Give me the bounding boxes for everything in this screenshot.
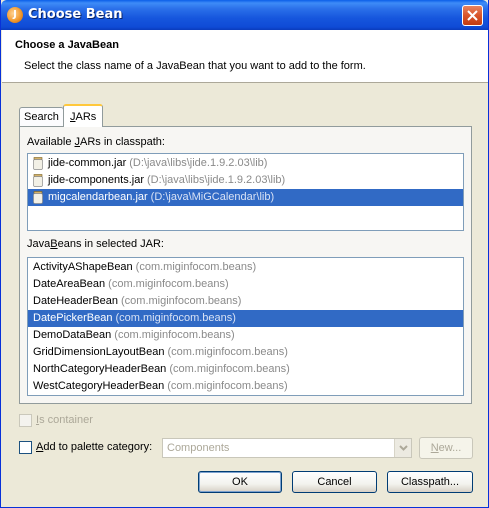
beans-label: JavaBeans in selected JAR: (27, 238, 164, 250)
tab-search-label: Search (24, 111, 59, 123)
add-to-palette-checkbox[interactable] (19, 441, 32, 454)
add-to-palette-label: Add to palette category: (36, 441, 153, 453)
close-icon (467, 10, 478, 21)
bean-list-item[interactable]: ActivityAShapeBean (com.miginfocom.beans) (28, 259, 463, 276)
bean-list-item[interactable]: DatePickerBean (com.miginfocom.beans) (28, 310, 463, 327)
palette-category-dropdown-button[interactable] (394, 439, 411, 457)
bean-list-item[interactable]: DateHeaderBean (com.miginfocom.beans) (28, 293, 463, 310)
title-bar[interactable]: J Choose Bean (1, 0, 488, 30)
tab-search[interactable]: Search (19, 107, 64, 126)
java-app-icon: J (7, 7, 23, 23)
jar-file-icon (33, 174, 43, 187)
bean-list-item[interactable]: DateAreaBean (com.miginfocom.beans) (28, 276, 463, 293)
jars-tab-panel: Available JARs in classpath: jide-common… (19, 126, 472, 404)
header-description: Select the class name of a JavaBean that… (24, 60, 366, 72)
jar-list[interactable]: jide-common.jar (D:\java\libs\jide.1.9.2.… (27, 153, 464, 231)
bean-list[interactable]: ActivityAShapeBean (com.miginfocom.beans)… (27, 257, 464, 396)
palette-category-select[interactable]: Components (162, 438, 412, 458)
dialog-header: Choose a JavaBean Select the class name … (2, 30, 488, 83)
bean-list-item[interactable]: NorthCategoryHeaderBean (com.miginfocom.b… (28, 361, 463, 378)
bean-list-item[interactable]: WestCategoryHeaderBean (com.miginfocom.be… (28, 378, 463, 395)
cancel-button[interactable]: Cancel (292, 471, 377, 493)
jar-list-item[interactable]: jide-components.jar (D:\java\libs\jide.1.… (28, 172, 463, 189)
jar-list-item[interactable]: migcalendarbean.jar (D:\java\MiGCalendar\… (28, 189, 463, 206)
available-jars-label: Available JARs in classpath: (27, 136, 165, 148)
bean-list-item[interactable]: GridDimensionLayoutBean (com.miginfocom.b… (28, 344, 463, 361)
bean-list-item[interactable]: DemoDataBean (com.miginfocom.beans) (28, 327, 463, 344)
tab-jars[interactable]: JARs (63, 104, 104, 127)
jar-list-item[interactable]: jide-common.jar (D:\java\libs\jide.1.9.2.… (28, 155, 463, 172)
jar-file-icon (33, 157, 43, 170)
palette-category-value: Components (167, 442, 230, 454)
window-title: Choose Bean (28, 7, 123, 22)
choose-bean-dialog: J Choose Bean Choose a JavaBean Select t… (0, 0, 489, 508)
is-container-checkbox[interactable] (19, 414, 32, 427)
jar-file-icon (33, 191, 43, 204)
tab-jars-label: JARs (70, 111, 97, 123)
chevron-down-icon (399, 445, 408, 451)
ok-button[interactable]: OK (198, 471, 282, 493)
close-button[interactable] (462, 5, 483, 26)
header-title: Choose a JavaBean (15, 39, 119, 51)
new-category-button[interactable]: New... (419, 437, 473, 459)
classpath-button[interactable]: Classpath... (387, 471, 473, 493)
is-container-label: Is container (36, 414, 93, 426)
